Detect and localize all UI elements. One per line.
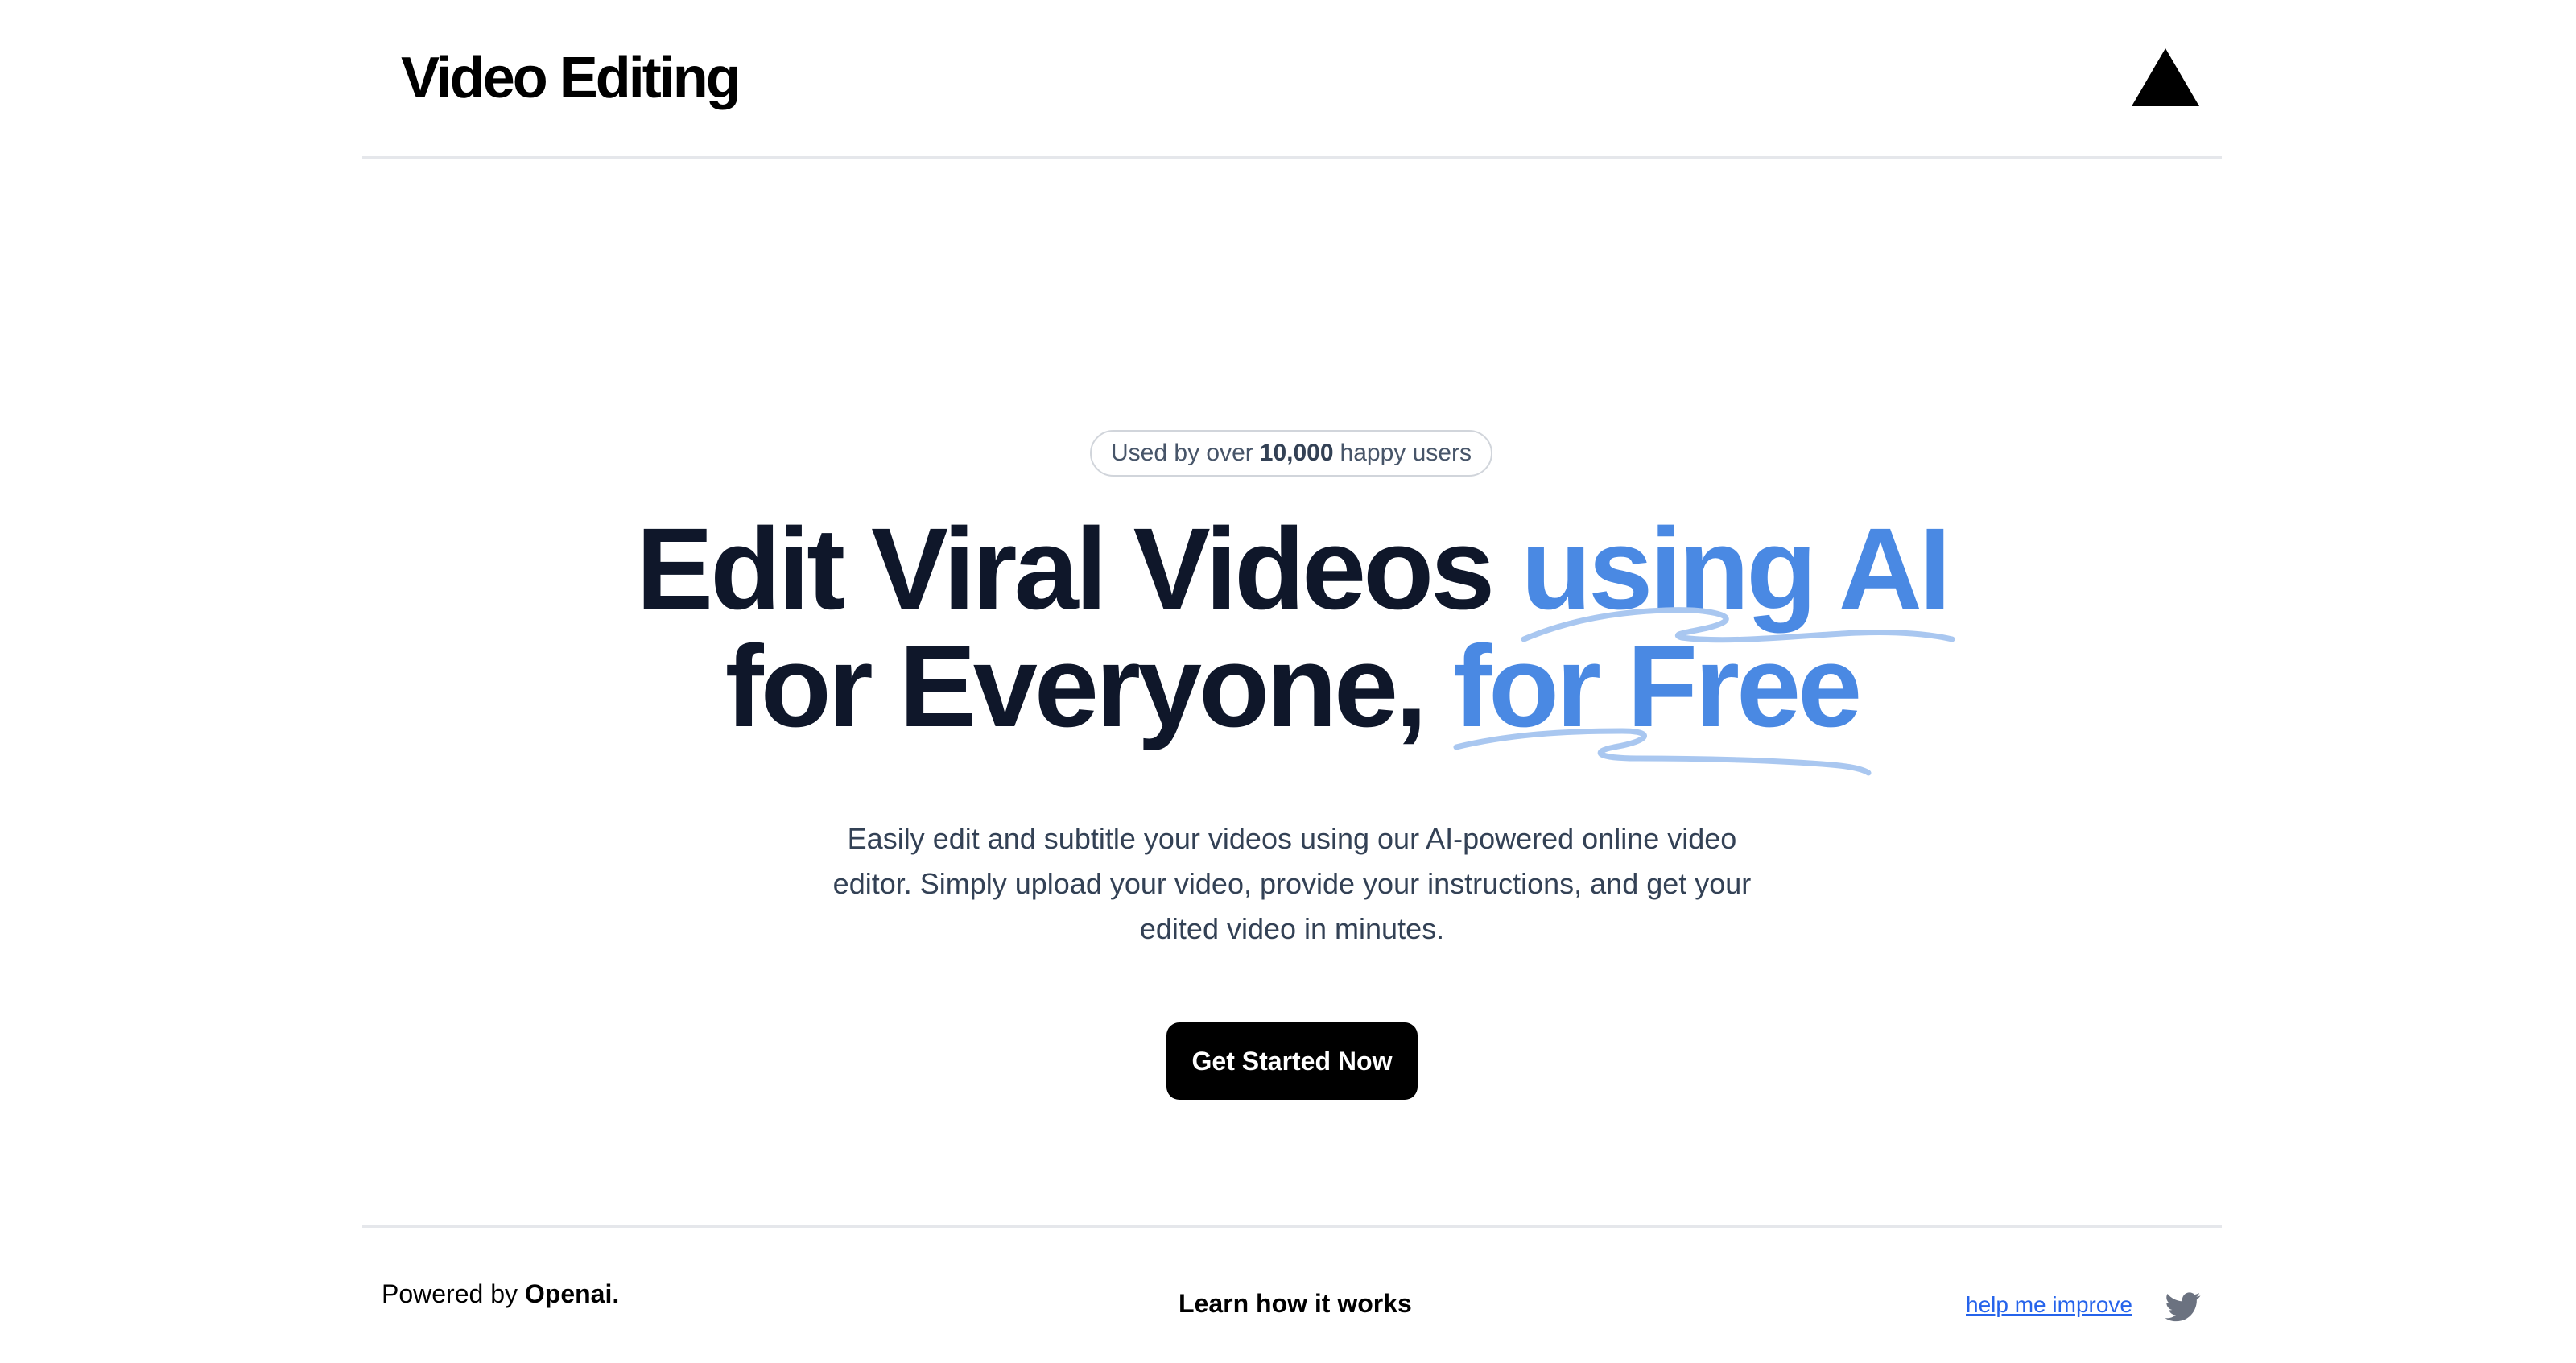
powered-prefix: Powered by <box>382 1279 518 1308</box>
triangle-logo-link[interactable] <box>2130 47 2201 108</box>
learn-how-it-works-link[interactable]: Learn how it works <box>1179 1289 1412 1319</box>
badge-prefix: Used by over <box>1111 440 1253 466</box>
headline-line2-accent: for Free <box>1453 628 1872 776</box>
headline-line2-plain: for Everyone, <box>724 622 1454 751</box>
headline-line2-accent-text: for Free <box>1453 622 1862 751</box>
users-badge: Used by over 10,000 happy users <box>1090 430 1492 477</box>
hero-subtitle: Easily edit and subtitle your videos usi… <box>832 822 1752 945</box>
hero-section: Used by over 10,000 happy users Edit Vir… <box>362 156 2222 1225</box>
twitter-icon <box>2165 1292 2201 1322</box>
help-me-improve-link[interactable]: help me improve <box>1966 1292 2132 1318</box>
brand-link[interactable]: Video Editing <box>401 42 741 114</box>
headline-line1-accent-text: using AI <box>1521 504 1951 634</box>
powered-by: Powered by Openai. <box>382 1279 619 1309</box>
hero-headline: Edit Viral Videos using AI for Everyone,… <box>362 510 2222 776</box>
openai-link[interactable]: Openai. <box>525 1279 619 1308</box>
badge-count: 10,000 <box>1259 440 1334 466</box>
site-header: Video Editing <box>362 0 2222 159</box>
get-started-button[interactable]: Get Started Now <box>1166 1022 1418 1100</box>
twitter-link[interactable] <box>2165 1289 2201 1324</box>
site-footer: Powered by Openai. Learn how it works he… <box>362 1225 2222 1363</box>
page-frame: Video Editing Used by over 10,000 happy … <box>362 0 2222 1361</box>
badge-suffix: happy users <box>1340 440 1472 466</box>
headline-line1-accent: using AI <box>1521 510 1955 643</box>
triangle-logo-icon <box>2132 48 2199 106</box>
headline-line1-plain: Edit Viral Videos <box>636 504 1521 634</box>
